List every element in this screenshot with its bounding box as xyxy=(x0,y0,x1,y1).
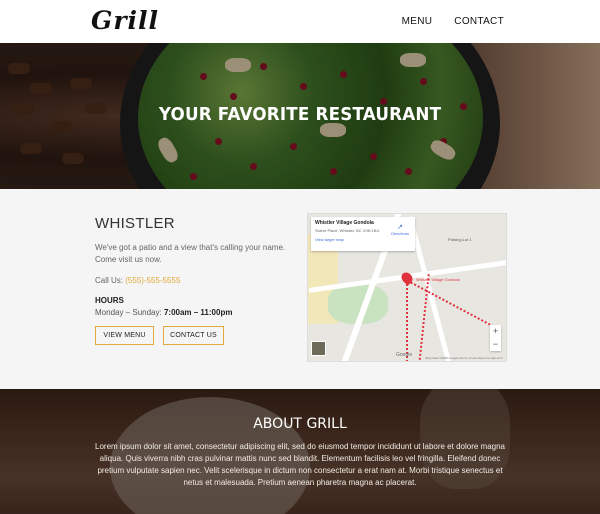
map-place-label: Whistler Village Gondola xyxy=(416,277,460,282)
zoom-in-button[interactable]: + xyxy=(490,325,501,338)
map-parking-label: Parking Lot 1 xyxy=(448,237,472,242)
satellite-toggle[interactable] xyxy=(311,341,326,356)
hours-days: Monday – Sunday: xyxy=(95,308,162,317)
about-text: Lorem ipsum dolor sit amet, consectetur … xyxy=(95,442,505,487)
top-navigation-bar: Grill MENU CONTACT xyxy=(0,0,600,43)
google-logo: Google xyxy=(396,352,413,358)
map-copyright: Map data ©2025 Google Terms of Use Repor… xyxy=(425,356,503,360)
hours-heading: HOURS xyxy=(95,296,124,305)
location-section xyxy=(0,189,600,389)
contact-us-button[interactable]: CONTACT US xyxy=(163,326,224,345)
about-title: ABOUT GRILL xyxy=(253,416,347,432)
directions-link[interactable]: ↗ Directions xyxy=(391,223,409,236)
nav-menu-link[interactable]: MENU xyxy=(402,16,433,27)
nav-contact-link[interactable]: CONTACT xyxy=(454,16,504,27)
call-us-label: Call Us: xyxy=(95,276,124,285)
zoom-out-button[interactable]: − xyxy=(490,338,501,351)
main-nav: MENU CONTACT xyxy=(402,16,504,27)
location-city: WHISTLER xyxy=(95,215,175,232)
directions-icon: ↗ xyxy=(397,224,404,231)
location-map[interactable]: Whistler Village Gondola Parking Lot 1 W… xyxy=(307,213,507,362)
view-larger-map-link[interactable]: View larger map xyxy=(315,237,411,242)
map-gondola-line xyxy=(407,280,497,329)
hours-time: 7:00am – 11:00pm xyxy=(163,308,233,317)
logo[interactable]: Grill xyxy=(91,6,159,35)
map-zoom-control: + − xyxy=(490,325,501,351)
directions-label: Directions xyxy=(391,231,409,236)
hero-title: YOUR FAVORITE RESTAURANT xyxy=(158,104,442,125)
map-info-card: Whistler Village Gondola Sciere Place, W… xyxy=(311,217,415,251)
call-us-line: Call Us: (555)-555-5555 xyxy=(95,276,180,285)
map-gondola-line xyxy=(406,280,408,361)
hours-line: Monday – Sunday: 7:00am – 11:00pm xyxy=(95,308,232,317)
phone-link[interactable]: (555)-555-5555 xyxy=(125,276,180,285)
view-menu-button[interactable]: VIEW MENU xyxy=(95,326,154,345)
page: Grill MENU CONTACT YOUR FAVORITE RESTAUR… xyxy=(0,0,600,514)
location-description: We've got a patio and a view that's call… xyxy=(95,243,286,264)
hero-banner: YOUR FAVORITE RESTAURANT xyxy=(0,43,600,189)
